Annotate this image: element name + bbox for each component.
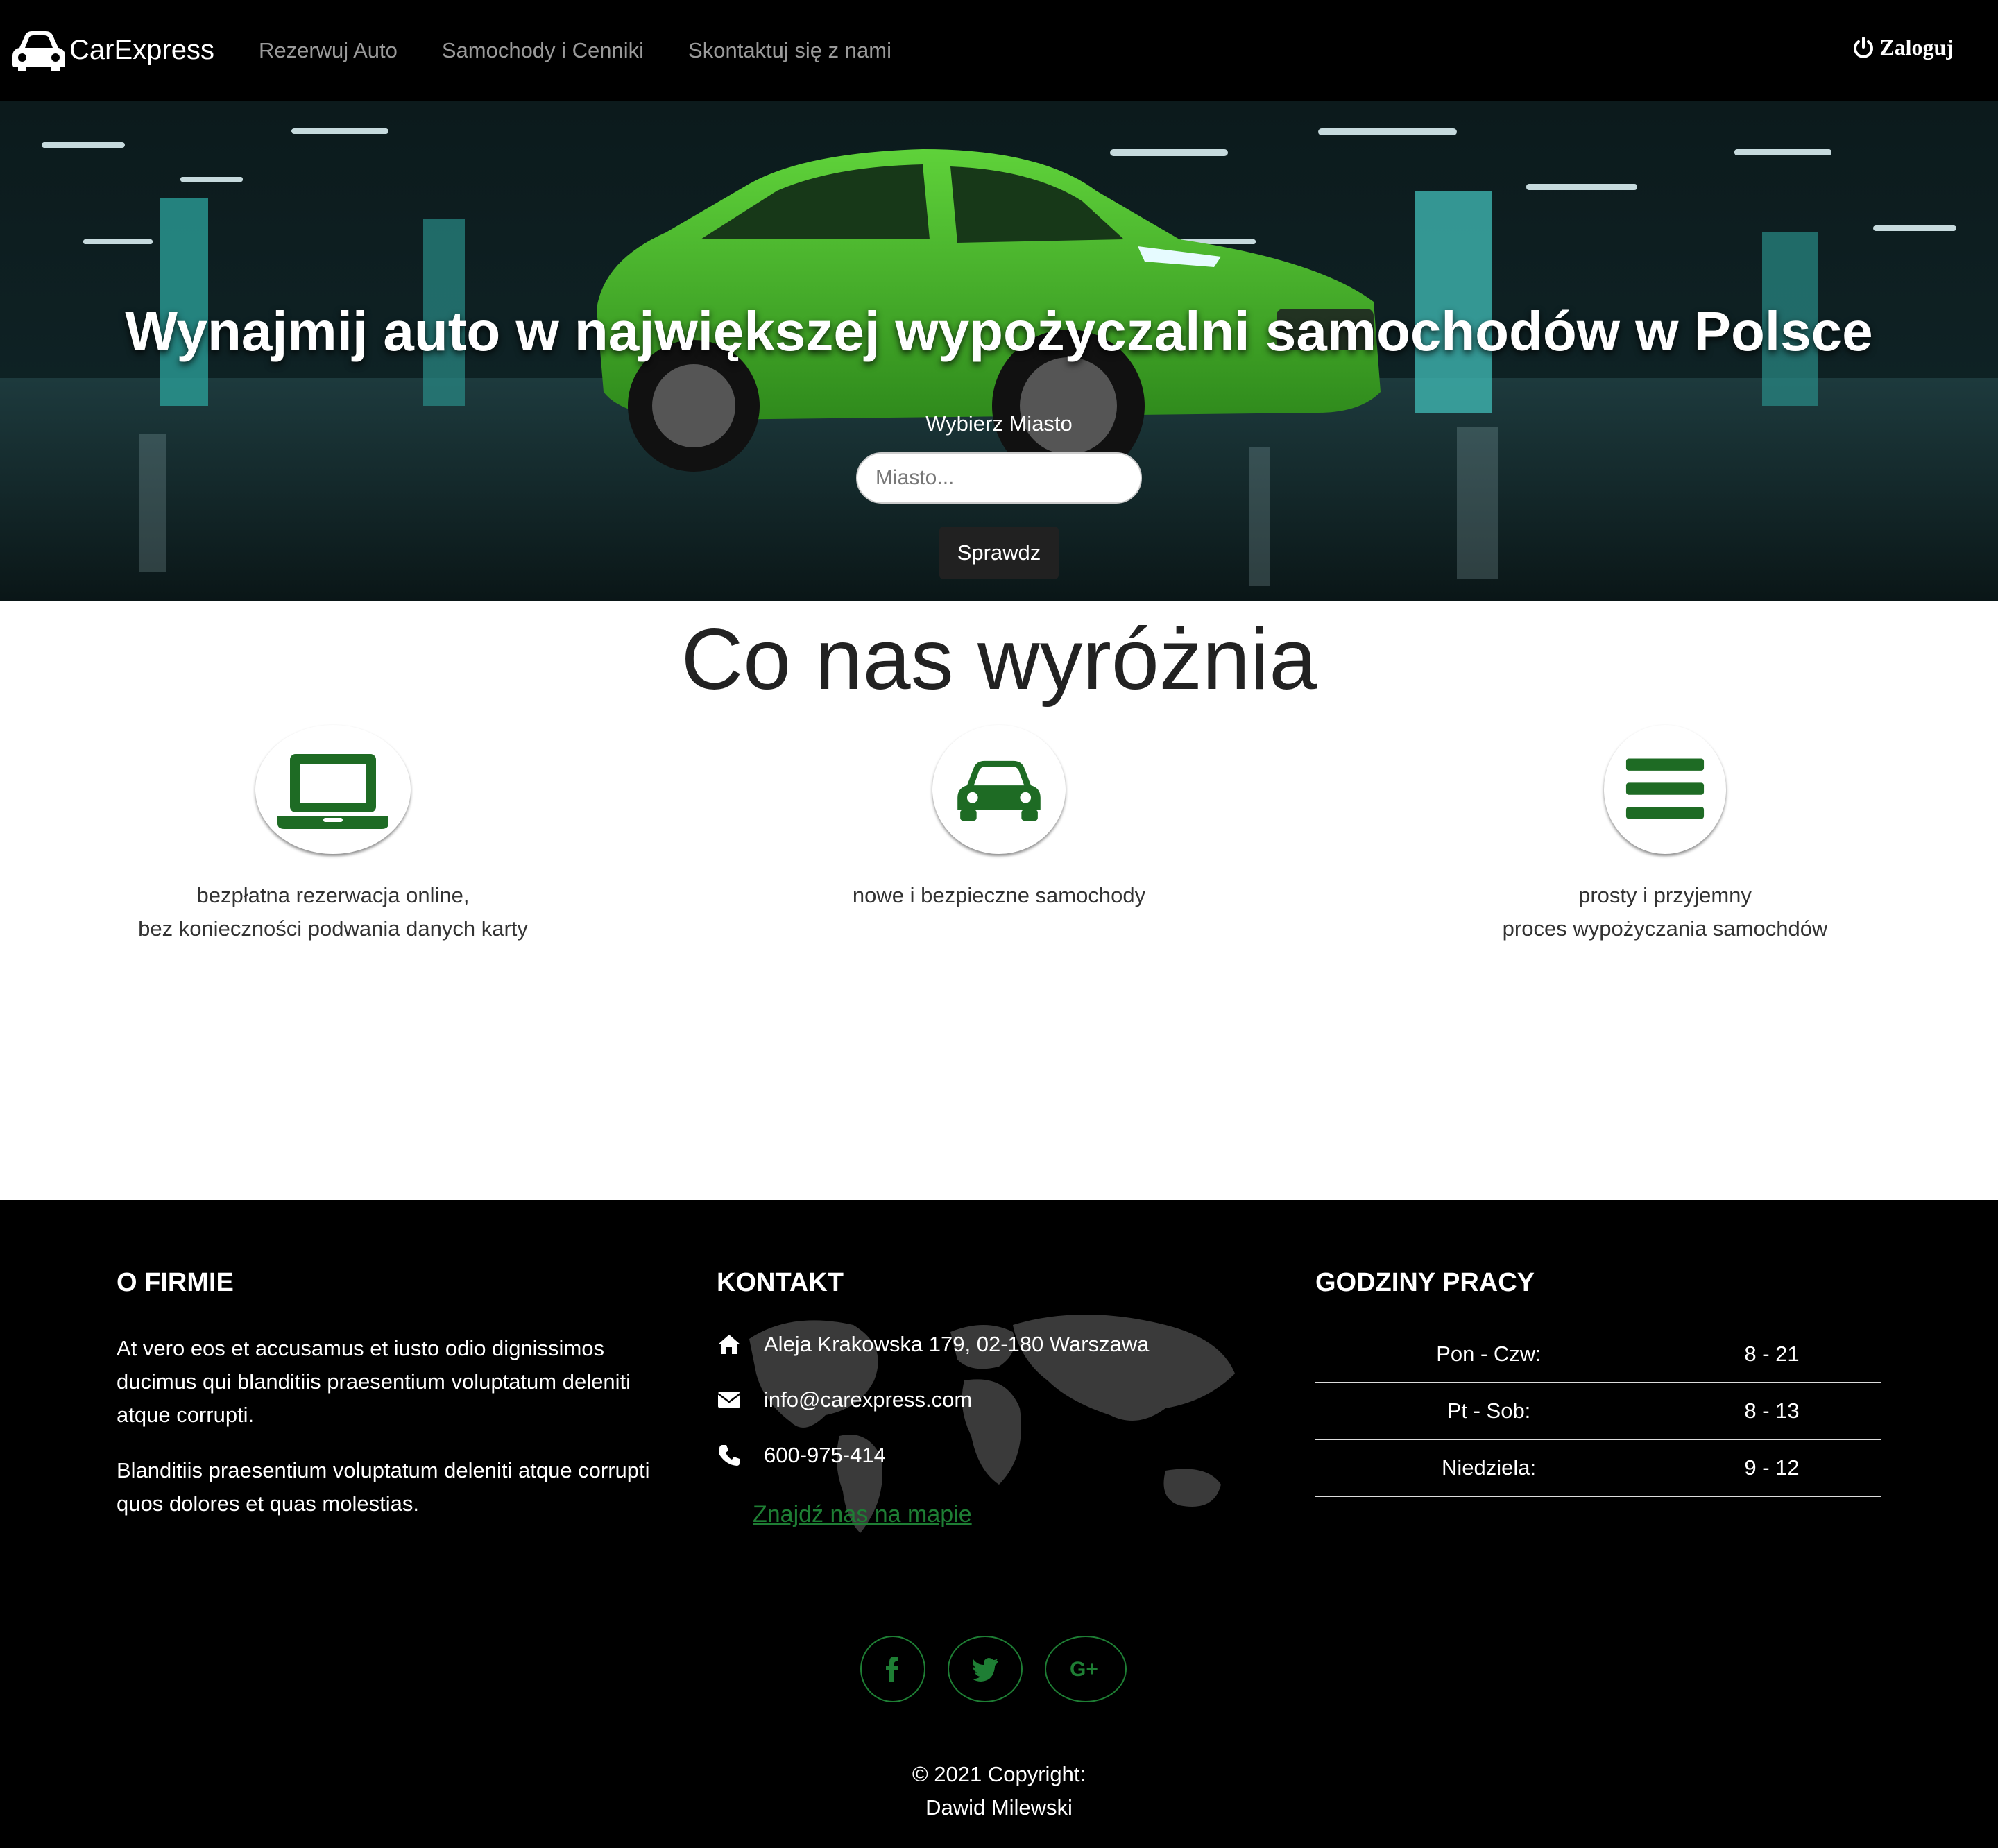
contact-phone: 600-975-414 <box>717 1443 886 1468</box>
contact-address: Aleja Krakowska 179, 02-180 Warszawa <box>717 1332 1149 1357</box>
about-paragraph-1: At vero eos et accusamus et iusto odio d… <box>117 1336 631 1427</box>
feature-online-booking: bezpłatna rezerwacja online, bez koniecz… <box>62 725 604 946</box>
feature-simple-process: prosty i przyjemny proces wypożyczania s… <box>1415 725 1915 946</box>
map-link[interactable]: Znajdź nas na mapie <box>753 1501 972 1528</box>
hours-heading: GODZINY PRACY <box>1315 1268 1535 1297</box>
copyright-author: Dawid Milewski <box>925 1795 1073 1820</box>
hours-time: 8 - 13 <box>1744 1398 1800 1423</box>
brand[interactable]: CarExpress <box>10 28 214 73</box>
features-title: Co nas wyróżnia <box>681 612 1317 708</box>
address-text: Aleja Krakowska 179, 02-180 Warszawa <box>764 1332 1150 1356</box>
feature-icon-circle <box>1604 725 1726 854</box>
feature-text-line1: nowe i bezpieczne samochody <box>852 883 1146 907</box>
hero-banner: Wynajmij auto w największej wypożyczalni… <box>0 101 1998 601</box>
phone-text[interactable]: 600-975-414 <box>764 1443 886 1468</box>
hours-row: Niedziela: 9 - 12 <box>1315 1440 1881 1497</box>
city-input[interactable] <box>856 452 1142 504</box>
bars-icon <box>1625 758 1705 819</box>
nav-link-kontakt[interactable]: Skontaktuj się z nami <box>688 38 891 63</box>
brand-name: CarExpress <box>69 35 214 65</box>
copyright: © 2021 Copyright: Dawid Milewski <box>0 1758 1998 1824</box>
facebook-button[interactable] <box>860 1636 925 1702</box>
envelope-icon <box>717 1392 741 1408</box>
laptop-icon <box>278 754 388 829</box>
feature-icon-circle <box>932 725 1066 854</box>
car-icon <box>957 760 1041 821</box>
hours-time: 8 - 21 <box>1744 1342 1800 1366</box>
feature-text-line1: bezpłatna rezerwacja online, <box>196 883 470 907</box>
nav-links: Rezerwuj Auto Samochody i Cenniki Skonta… <box>259 38 936 63</box>
google-plus-button[interactable]: G+ <box>1045 1636 1127 1702</box>
login-label: Zaloguj <box>1879 35 1954 60</box>
footer: O FIRMIE At vero eos et accusamus et ius… <box>0 1200 1998 1848</box>
check-button[interactable]: Sprawdz <box>939 527 1059 579</box>
feature-text-line2: bez konieczności podwania danych karty <box>138 916 528 941</box>
contact-email: info@carexpress.com <box>717 1387 972 1412</box>
login-button[interactable]: Zaloguj <box>1852 35 1954 60</box>
car-logo-icon <box>12 31 65 71</box>
feature-text-line1: prosty i przyjemny <box>1578 883 1752 907</box>
feature-icon-circle <box>255 725 411 854</box>
nav-link-samochody[interactable]: Samochody i Cenniki <box>442 38 644 63</box>
hours-day: Niedziela: <box>1441 1455 1537 1480</box>
nav-link-rezerwuj[interactable]: Rezerwuj Auto <box>259 38 398 63</box>
hours-day: Pon - Czw: <box>1436 1342 1542 1366</box>
twitter-icon <box>972 1658 998 1682</box>
phone-icon <box>719 1445 740 1466</box>
hero-title: Wynajmij auto w największej wypożyczalni… <box>125 300 1873 362</box>
hours-day: Pt - Sob: <box>1446 1398 1531 1423</box>
facebook-icon <box>886 1657 898 1682</box>
hours-row: Pt - Sob: 8 - 13 <box>1315 1383 1881 1440</box>
navbar: CarExpress Rezerwuj Auto Samochody i Cen… <box>0 0 1998 101</box>
email-text[interactable]: info@carexpress.com <box>764 1387 972 1412</box>
home-icon <box>718 1335 740 1354</box>
contact-heading: KONTAKT <box>717 1268 844 1297</box>
city-label: Wybierz Miasto <box>925 411 1073 436</box>
copyright-line1: © 2021 Copyright: <box>912 1762 1086 1786</box>
google-plus-icon: G+ <box>1070 1658 1098 1681</box>
power-icon <box>1854 36 1874 58</box>
hours-table: Pon - Czw: 8 - 21 Pt - Sob: 8 - 13 Niedz… <box>1315 1326 1881 1497</box>
hours-row: Pon - Czw: 8 - 21 <box>1315 1326 1881 1383</box>
about-heading: O FIRMIE <box>117 1268 234 1297</box>
hours-time: 9 - 12 <box>1744 1455 1800 1480</box>
about-paragraph-2: Blanditiis praesentium voluptatum deleni… <box>117 1458 650 1516</box>
feature-text-line2: proces wypożyczania samochdów <box>1502 916 1828 941</box>
twitter-button[interactable] <box>948 1636 1023 1702</box>
svg-text:G+: G+ <box>1070 1658 1098 1681</box>
feature-new-cars: nowe i bezpieczne samochody <box>756 725 1242 912</box>
